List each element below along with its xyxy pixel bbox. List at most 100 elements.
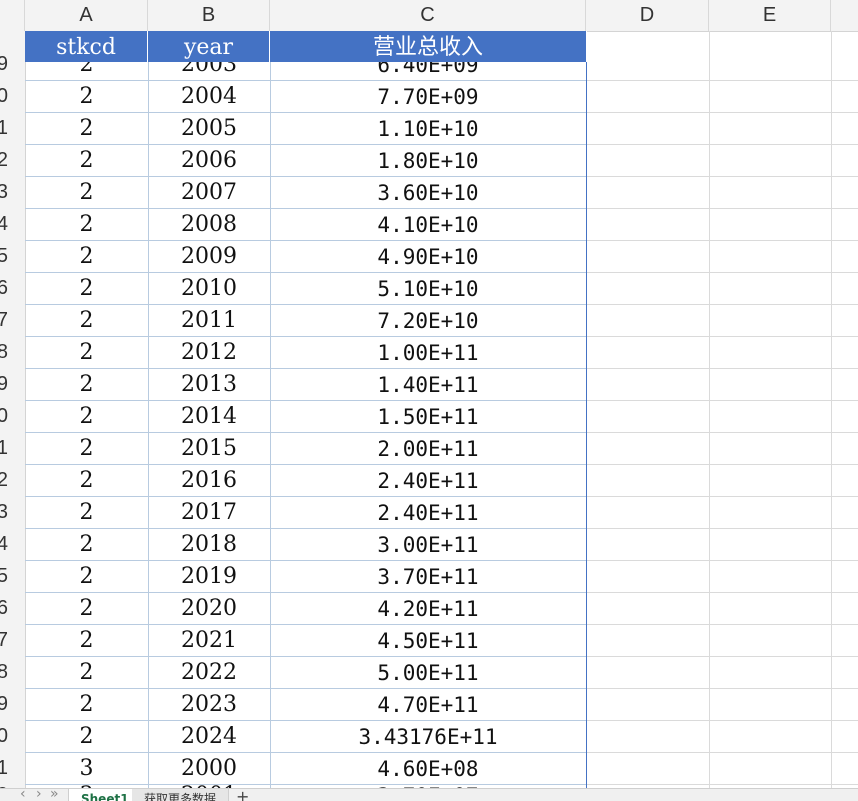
cell-revenue[interactable]: 7.70E+09 <box>270 80 586 112</box>
column-header-d[interactable]: D <box>586 0 709 31</box>
cell-revenue[interactable]: 1.40E+11 <box>270 368 586 400</box>
cell-year[interactable]: 2010 <box>148 272 270 304</box>
cell-revenue[interactable]: 4.10E+10 <box>270 208 586 240</box>
cell-stkcd[interactable]: 2 <box>25 240 148 272</box>
cell-year[interactable]: 2007 <box>148 176 270 208</box>
row-number[interactable]: 13 <box>0 176 8 208</box>
cell-revenue[interactable]: 3.43176E+11 <box>270 720 586 752</box>
cell-revenue[interactable]: 7.20E+10 <box>270 304 586 336</box>
cell-year[interactable]: 2021 <box>148 624 270 656</box>
cell-year[interactable]: 2008 <box>148 208 270 240</box>
cell-revenue[interactable]: 4.50E+11 <box>270 624 586 656</box>
column-header-b[interactable]: B <box>148 0 270 31</box>
column-header-e[interactable]: E <box>709 0 831 31</box>
cell-stkcd[interactable]: 2 <box>25 464 148 496</box>
row-number[interactable]: 26 <box>0 592 8 624</box>
cell-revenue[interactable]: 4.70E+11 <box>270 688 586 720</box>
cell-year[interactable]: 2019 <box>148 560 270 592</box>
row-number[interactable]: 16 <box>0 272 8 304</box>
sheet-tab-sheet1[interactable]: Sheet1 <box>68 789 142 801</box>
cell-stkcd[interactable]: 2 <box>25 336 148 368</box>
cell-year[interactable]: 2023 <box>148 688 270 720</box>
column-header-a[interactable]: A <box>25 0 148 31</box>
cell-revenue[interactable]: 5.00E+11 <box>270 656 586 688</box>
cell-stkcd[interactable]: 2 <box>25 624 148 656</box>
cell-year[interactable]: 2013 <box>148 368 270 400</box>
cell-year[interactable]: 2015 <box>148 432 270 464</box>
cell-stkcd[interactable]: 2 <box>25 368 148 400</box>
cell-year[interactable]: 2009 <box>148 240 270 272</box>
cell-revenue[interactable]: 4.20E+11 <box>270 592 586 624</box>
row-number[interactable]: 10 <box>0 80 8 112</box>
column-header-c[interactable]: C <box>270 0 586 31</box>
cell-revenue[interactable]: 1.00E+11 <box>270 336 586 368</box>
row-number[interactable]: 28 <box>0 656 8 688</box>
cell-revenue[interactable]: 2.40E+11 <box>270 464 586 496</box>
row-number[interactable]: 11 <box>0 112 8 144</box>
row-number[interactable]: 32 <box>0 779 8 788</box>
cell-revenue[interactable]: 3.00E+11 <box>270 528 586 560</box>
cell-year[interactable]: 2005 <box>148 112 270 144</box>
cell-year[interactable]: 2004 <box>148 80 270 112</box>
cell-stkcd[interactable]: 2 <box>25 208 148 240</box>
cell-revenue[interactable]: 2.00E+11 <box>270 432 586 464</box>
scroll-tabs-last-icon[interactable]: » <box>50 789 59 801</box>
column-header-corner[interactable] <box>0 0 25 31</box>
add-sheet-icon[interactable]: + <box>236 789 249 801</box>
row-number[interactable]: 23 <box>0 496 8 528</box>
row-number[interactable]: 20 <box>0 400 8 432</box>
cell-stkcd[interactable]: 2 <box>25 304 148 336</box>
cell-stkcd[interactable]: 2 <box>25 656 148 688</box>
row-number[interactable]: 27 <box>0 624 8 656</box>
header-cell-stkcd[interactable]: stkcd <box>25 31 148 62</box>
scroll-tabs-left-icon[interactable]: ‹ <box>20 789 26 801</box>
cell-stkcd[interactable]: 3 <box>25 779 148 788</box>
cell-stkcd[interactable]: 2 <box>25 528 148 560</box>
row-number[interactable]: 25 <box>0 560 8 592</box>
row-number[interactable]: 15 <box>0 240 8 272</box>
cell-year[interactable]: 2022 <box>148 656 270 688</box>
row-number[interactable]: 18 <box>0 336 8 368</box>
header-cell-revenue[interactable]: 营业总收入 <box>270 31 587 62</box>
row-number[interactable]: 30 <box>0 720 8 752</box>
cell-stkcd[interactable]: 2 <box>25 176 148 208</box>
cell-stkcd[interactable]: 2 <box>25 560 148 592</box>
cell-stkcd[interactable]: 2 <box>25 496 148 528</box>
header-cell-year[interactable]: year <box>148 31 270 62</box>
cell-revenue[interactable]: 1.50E+11 <box>270 400 586 432</box>
row-number[interactable]: 19 <box>0 368 8 400</box>
cell-stkcd[interactable]: 2 <box>25 80 148 112</box>
cell-stkcd[interactable]: 2 <box>25 592 148 624</box>
cell-year[interactable]: 2001 <box>148 779 270 788</box>
cell-stkcd[interactable]: 2 <box>25 432 148 464</box>
cell-revenue[interactable]: 1.80E+10 <box>270 144 586 176</box>
row-number[interactable]: 21 <box>0 432 8 464</box>
cell-year[interactable]: 2011 <box>148 304 270 336</box>
cell-revenue[interactable]: 3.60E+10 <box>270 176 586 208</box>
cell-stkcd[interactable]: 2 <box>25 272 148 304</box>
row-number[interactable]: 12 <box>0 144 8 176</box>
cell-stkcd[interactable]: 2 <box>25 112 148 144</box>
cell-stkcd[interactable]: 2 <box>25 688 148 720</box>
cell-year[interactable]: 2018 <box>148 528 270 560</box>
row-number[interactable]: 24 <box>0 528 8 560</box>
cell-year[interactable]: 2012 <box>148 336 270 368</box>
scroll-tabs-right-icon[interactable]: › <box>36 789 42 801</box>
cell-revenue[interactable]: 4.90E+10 <box>270 240 586 272</box>
cell-year[interactable]: 2024 <box>148 720 270 752</box>
cell-stkcd[interactable]: 2 <box>25 400 148 432</box>
cell-revenue[interactable]: 3.70E+11 <box>270 560 586 592</box>
cell-year[interactable]: 2017 <box>148 496 270 528</box>
row-number[interactable]: 14 <box>0 208 8 240</box>
row-number[interactable]: 9 <box>0 48 8 80</box>
cell-revenue[interactable]: 1.10E+10 <box>270 112 586 144</box>
row-number[interactable]: 22 <box>0 464 8 496</box>
cell-stkcd[interactable]: 2 <box>25 144 148 176</box>
cell-grid[interactable]: 2 2003 6.40E+09 stkcd year 营业总收入 2 2004 7.… <box>25 31 858 788</box>
cell-revenue[interactable]: 2.40E+11 <box>270 496 586 528</box>
row-number[interactable]: 29 <box>0 688 8 720</box>
cell-year[interactable]: 2020 <box>148 592 270 624</box>
cell-year[interactable]: 2016 <box>148 464 270 496</box>
cell-revenue[interactable]: 3.70E+07 <box>270 779 586 788</box>
cell-year[interactable]: 2006 <box>148 144 270 176</box>
